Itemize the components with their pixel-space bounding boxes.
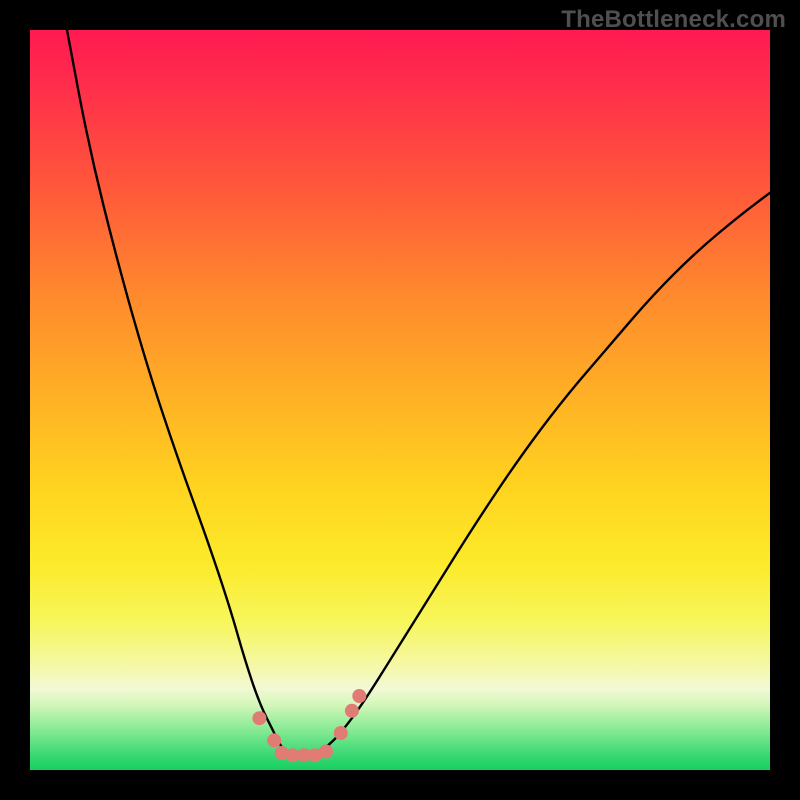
marker-dot [352, 689, 366, 703]
marker-dot [252, 711, 266, 725]
bottleneck-curve [67, 30, 770, 755]
marker-dot [345, 704, 359, 718]
marker-dot [319, 745, 333, 759]
chart-frame: TheBottleneck.com [0, 0, 800, 800]
watermark-text: TheBottleneck.com [561, 6, 786, 34]
marker-dot [334, 726, 348, 740]
curve-svg [30, 30, 770, 770]
plot-area [30, 30, 770, 770]
marker-dot [267, 733, 281, 747]
